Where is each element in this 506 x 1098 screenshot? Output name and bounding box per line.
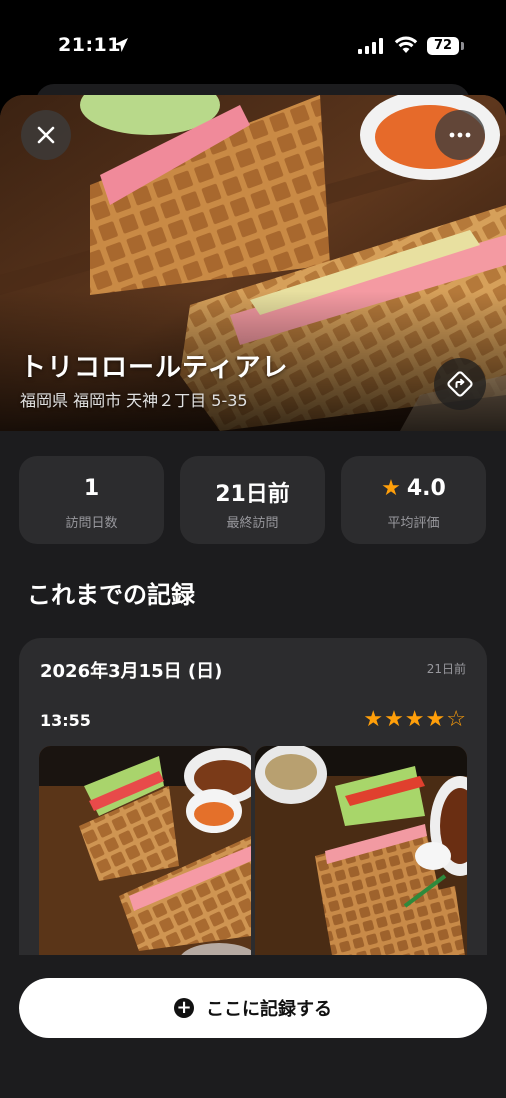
food-photo-image bbox=[255, 746, 467, 976]
star-rating: ★★★★☆ bbox=[363, 707, 467, 732]
status-bar: 21:11 72 bbox=[0, 0, 506, 92]
entry-time: 13:55 bbox=[40, 711, 91, 730]
more-options-button[interactable] bbox=[435, 110, 485, 160]
star-empty-icon: ☆ bbox=[446, 707, 467, 732]
place-name: トリコロールティアレ bbox=[20, 353, 289, 383]
directions-button[interactable] bbox=[434, 358, 486, 410]
record-ago: 21日前 bbox=[426, 662, 466, 676]
star-filled-icon: ★ bbox=[404, 707, 426, 732]
location-arrow-icon bbox=[114, 38, 128, 52]
stat-label: 訪問日数 bbox=[65, 516, 118, 531]
directions-icon bbox=[447, 371, 473, 397]
record-card[interactable]: 2026年3月15日 (日) 21日前 13:55 ★★★★☆ bbox=[19, 638, 487, 998]
stat-visit-days: 1 訪問日数 bbox=[19, 456, 164, 544]
close-button[interactable] bbox=[21, 110, 71, 160]
add-record-label: ここに記録する bbox=[206, 999, 332, 1020]
stat-last-visit: 21日前 最終訪問 bbox=[180, 456, 325, 544]
stat-value: 4.0 bbox=[406, 476, 446, 501]
plus-icon: + bbox=[174, 998, 194, 1018]
record-photo[interactable] bbox=[255, 746, 467, 976]
add-record-button[interactable]: + ここに記録する bbox=[19, 978, 487, 1038]
stat-label: 平均評価 bbox=[387, 516, 440, 531]
more-icon bbox=[449, 132, 471, 138]
battery-nub bbox=[461, 42, 464, 50]
cellular-signal-icon bbox=[358, 38, 383, 54]
star-icon: ★ bbox=[381, 476, 401, 501]
records-section-title: これまでの記録 bbox=[27, 581, 195, 609]
record-photo[interactable] bbox=[39, 746, 251, 976]
star-filled-icon: ★ bbox=[384, 707, 405, 732]
hero-photo: トリコロールティアレ 福岡県 福岡市 天神２丁目 5-35 bbox=[0, 95, 506, 431]
stat-average-rating: ★ 4.0 平均評価 bbox=[341, 456, 486, 544]
stat-value: 21日前 bbox=[215, 482, 290, 507]
stat-label: 最終訪問 bbox=[226, 516, 279, 531]
record-date: 2026年3月15日 (日) bbox=[40, 661, 223, 682]
place-detail-sheet: トリコロールティアレ 福岡県 福岡市 天神２丁目 5-35 1 訪問日数 21日… bbox=[0, 95, 506, 1098]
place-address: 福岡県 福岡市 天神２丁目 5-35 bbox=[20, 391, 248, 410]
close-icon bbox=[37, 126, 55, 144]
battery-indicator: 72 bbox=[427, 37, 459, 55]
wifi-icon bbox=[394, 36, 418, 53]
stat-value: 1 bbox=[83, 476, 100, 501]
stat-value-row: ★ 4.0 bbox=[341, 476, 486, 501]
food-photo-image bbox=[39, 746, 251, 976]
star-filled-icon: ★ bbox=[425, 707, 447, 732]
star-filled-icon: ★ bbox=[363, 707, 385, 732]
